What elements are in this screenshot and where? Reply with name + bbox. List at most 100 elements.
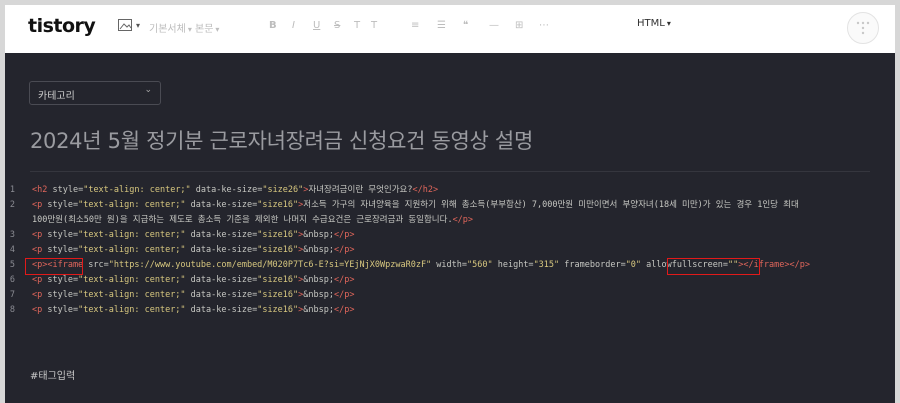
code-text: <p style="text-align: center;" data-ke-s… — [32, 288, 354, 303]
code-text: 100만원(최소50만 원)을 지급하는 제도로 총소득 기준을 제외한 나머지… — [32, 213, 473, 228]
code-token: "size16" — [257, 200, 299, 210]
code-token: "0" — [625, 260, 642, 270]
code-token: style= — [47, 200, 79, 210]
code-token: <p — [32, 290, 48, 300]
tistory-logo[interactable]: tistory — [28, 15, 96, 37]
code-token: </p> — [334, 245, 355, 255]
code-text: <p style="text-align: center;" data-ke-s… — [32, 228, 354, 243]
code-token: data-ke-size= — [185, 230, 258, 240]
code-token: data-ke-size= — [185, 200, 258, 210]
code-token: "560" — [467, 260, 493, 270]
code-token: <p — [32, 230, 48, 240]
bold-button[interactable]: B — [269, 20, 277, 31]
more-options-button[interactable]: ⋯ — [539, 20, 549, 31]
code-token: height= — [492, 260, 534, 270]
code-token: "315" — [533, 260, 560, 270]
horizontal-line-button[interactable]: — — [489, 20, 499, 31]
code-token: &nbsp; — [303, 275, 334, 285]
code-token: 자녀장려금이란 무엇인가요? — [308, 185, 413, 195]
code-token: style= — [47, 245, 79, 255]
code-token: data-ke-size= — [185, 290, 258, 300]
text-color-button[interactable]: T — [354, 20, 360, 31]
code-token: "size26" — [262, 185, 304, 195]
code-token: </h2> — [412, 185, 439, 195]
code-token: "text-align: center;" — [78, 245, 186, 255]
line-number: 5 — [9, 260, 15, 270]
line-number: 7 — [9, 290, 15, 300]
tag-input[interactable]: #태그입력 — [30, 367, 75, 382]
code-token: style= — [47, 305, 79, 315]
code-token: </p> — [452, 215, 474, 225]
line-number: 1 — [9, 185, 15, 195]
line-number: 6 — [9, 275, 15, 285]
category-select[interactable]: 카테고리 ⌄ — [29, 81, 161, 105]
code-token: &nbsp; — [303, 305, 334, 315]
code-token: "https://www.youtube.com/embed/M020P7Tc6… — [108, 260, 432, 270]
code-token: style= — [47, 290, 79, 300]
line-number: 3 — [9, 230, 15, 240]
html-mode-toggle[interactable]: HTML ▾ — [637, 18, 671, 29]
code-token: </p> — [334, 230, 355, 240]
code-token: <p — [32, 200, 48, 210]
paragraph-style-select[interactable]: 본문 ▾ — [195, 20, 219, 35]
image-dropdown-chevron-icon[interactable]: ▾ — [134, 20, 140, 31]
quote-button[interactable]: ❝ — [463, 20, 468, 31]
code-token: 저소득 가구의 자녀양육을 지원하기 위해 총소득(부부합산) 7,000만원 … — [303, 200, 799, 210]
code-token: 100만원(최소50만 원)을 지급하는 제도로 총소득 기준을 제외한 나머지… — [32, 215, 453, 225]
code-token: </p> — [334, 290, 355, 300]
code-token: <p — [32, 245, 48, 255]
background-color-button[interactable]: T — [371, 20, 377, 31]
code-token: <p — [32, 305, 48, 315]
code-token: style= — [47, 230, 79, 240]
code-token: "size16" — [257, 230, 299, 240]
code-token: &nbsp; — [303, 230, 334, 240]
code-token: data-ke-size= — [185, 275, 258, 285]
code-token: data-ke-size= — [190, 185, 263, 195]
code-token: &nbsp; — [303, 245, 334, 255]
code-token: </p> — [334, 275, 355, 285]
code-token: <h2 — [32, 185, 53, 195]
chevron-down-icon: ⌄ — [144, 85, 152, 95]
code-token: "size16" — [257, 305, 299, 315]
code-token: "text-align: center;" — [78, 200, 186, 210]
code-token: "text-align: center;" — [78, 275, 186, 285]
code-token: style= — [47, 275, 79, 285]
code-token: &nbsp; — [303, 290, 334, 300]
code-token: "text-align: center;" — [83, 185, 191, 195]
code-token: "size16" — [257, 245, 299, 255]
code-token: "size16" — [257, 290, 299, 300]
editor-window: tistory ▾ 기본서체 ▾ 본문 ▾ B I U S T T ≡ ☰ ❝ — … — [5, 5, 895, 403]
code-token: "text-align: center;" — [78, 230, 186, 240]
code-text: <p style="text-align: center;" data-ke-s… — [32, 198, 799, 213]
post-title-input[interactable]: 2024년 5월 정기분 근로자녀장려금 신청요건 동영상 설명 — [30, 125, 533, 155]
image-insert-icon[interactable] — [118, 19, 132, 31]
editor-toolbar: tistory ▾ 기본서체 ▾ 본문 ▾ B I U S T T ≡ ☰ ❝ — … — [5, 5, 895, 53]
code-token: "text-align: center;" — [78, 290, 186, 300]
code-text: <p style="text-align: center;" data-ke-s… — [32, 303, 354, 318]
code-token: <p — [32, 275, 48, 285]
code-token: style= — [52, 185, 84, 195]
highlight-box-iframe-close — [667, 258, 760, 275]
table-button[interactable]: ⊞ — [515, 20, 523, 31]
code-token: "size16" — [257, 275, 299, 285]
align-button[interactable]: ≡ — [411, 20, 419, 31]
code-text: <p style="text-align: center;" data-ke-s… — [32, 273, 354, 288]
underline-button[interactable]: U — [313, 20, 320, 31]
line-number: 2 — [9, 200, 15, 210]
line-number: 8 — [9, 305, 15, 315]
font-family-select[interactable]: 기본서체 ▾ — [149, 20, 192, 35]
code-token: width= — [431, 260, 468, 270]
italic-button[interactable]: I — [292, 20, 295, 31]
strikethrough-button[interactable]: S — [334, 20, 340, 31]
code-token: "text-align: center;" — [78, 305, 186, 315]
profile-avatar[interactable] — [847, 12, 879, 44]
code-text: <p style="text-align: center;" data-ke-s… — [32, 243, 354, 258]
code-token: src= — [88, 260, 109, 270]
code-token: data-ke-size= — [185, 245, 258, 255]
code-text: <h2 style="text-align: center;" data-ke-… — [32, 183, 438, 198]
list-button[interactable]: ☰ — [437, 20, 446, 31]
title-divider — [30, 171, 870, 172]
highlight-box-iframe-open — [25, 258, 83, 275]
line-number: 4 — [9, 245, 15, 255]
code-token: data-ke-size= — [185, 305, 258, 315]
